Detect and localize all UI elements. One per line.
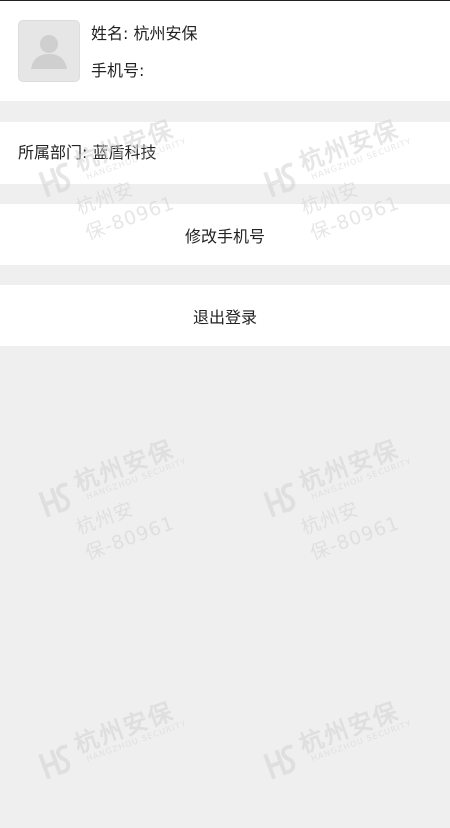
department-row: 所属部门: 蓝盾科技 [18, 142, 157, 164]
watermark: 杭州安保 HANGZHOU SECURITY 杭州安保-80961 [251, 410, 450, 566]
modify-phone-label: 修改手机号 [184, 226, 265, 246]
avatar[interactable] [18, 20, 80, 82]
profile-card: 姓名: 杭州安保 手机号: [0, 1, 450, 101]
watermark-brand: 杭州安保 [295, 435, 403, 497]
name-label: 姓名: [91, 24, 129, 43]
department-value: 蓝盾科技 [92, 143, 157, 162]
department-label: 所属部门: [18, 143, 88, 162]
watermark-brand: 杭州安保 [70, 697, 178, 759]
watermark-logo-icon [38, 482, 71, 518]
watermark-logo-icon [263, 744, 296, 780]
watermark: 杭州安保 HANGZHOU SECURITY [26, 672, 229, 828]
logout-button[interactable]: 退出登录 [0, 285, 450, 346]
watermark-contact: 杭州安保-80961 [298, 498, 403, 565]
watermark-brand: 杭州安保 [70, 435, 178, 497]
phone-label: 手机号: [91, 61, 145, 80]
watermark: 杭州安保 HANGZHOU SECURITY 杭州安保-80961 [26, 410, 229, 566]
watermark-subtitle: HANGZHOU SECURITY [310, 718, 413, 764]
watermark: 杭州安保 HANGZHOU SECURITY [251, 672, 450, 828]
watermark-subtitle: HANGZHOU SECURITY [85, 718, 188, 764]
name-value: 杭州安保 [133, 24, 198, 43]
watermark-logo-icon [263, 482, 296, 518]
watermark-logo-icon [38, 744, 71, 780]
department-card: 所属部门: 蓝盾科技 [0, 122, 450, 184]
watermark-subtitle: HANGZHOU SECURITY [85, 456, 188, 502]
logout-label: 退出登录 [192, 307, 257, 327]
user-placeholder-icon [31, 35, 67, 69]
watermark-subtitle: HANGZHOU SECURITY [310, 456, 413, 502]
watermark-brand: 杭州安保 [295, 697, 403, 759]
phone-row: 手机号: [91, 60, 144, 82]
modify-phone-button[interactable]: 修改手机号 [0, 204, 450, 265]
watermark-contact: 杭州安保-80961 [73, 498, 178, 565]
name-row: 姓名: 杭州安保 [91, 23, 198, 45]
